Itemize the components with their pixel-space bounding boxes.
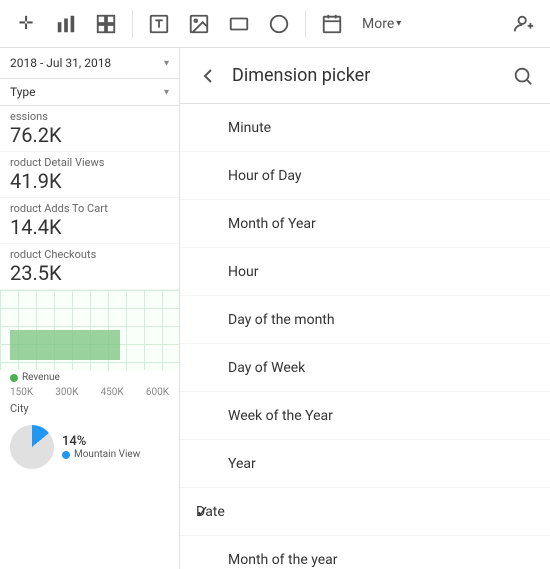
pie-area: 14% Mountain View (0, 417, 179, 477)
dimension-item-month-of-year[interactable]: Month of Year (180, 200, 550, 248)
calendar-icon[interactable] (314, 6, 350, 42)
legend-revenue-dot (10, 374, 18, 382)
dimension-item-month-of-the-year[interactable]: Month of the year (180, 536, 550, 569)
more-label: More (362, 16, 394, 32)
checkmark-icon: ✓ (196, 502, 209, 521)
date-range-selector[interactable]: 2018 - Jul 31, 2018 ▾ (0, 48, 179, 79)
legend-revenue-label: Revenue (22, 372, 60, 383)
metric-checkouts: roduct Checkouts 23.5K (0, 244, 179, 290)
dimension-item-minute[interactable]: Minute (180, 104, 550, 152)
grid-icon[interactable] (88, 6, 124, 42)
city-label: City (0, 400, 179, 417)
more-button[interactable]: More ▾ (354, 12, 409, 36)
chart-bar (10, 330, 120, 360)
add-user-button[interactable] (506, 6, 542, 42)
circle-icon[interactable] (261, 6, 297, 42)
dimension-item-day-of-month[interactable]: Day of the month (180, 296, 550, 344)
pie-legend-dot (62, 451, 70, 459)
x-axis-label-1: 150K (10, 387, 33, 398)
more-arrow-icon: ▾ (396, 18, 401, 29)
dimension-label: Minute (228, 120, 271, 136)
chart-legend: Revenue (0, 370, 179, 385)
dimension-label: Month of the year (228, 552, 338, 568)
main-content: 2018 - Jul 31, 2018 ▾ Type ▾ essions 76.… (0, 48, 550, 569)
metric-sessions-value: 76.2K (10, 123, 169, 147)
dimension-title: Dimension picker (232, 65, 500, 86)
dimension-label: Day of the month (228, 312, 335, 328)
x-axis: 150K 300K 450K 600K (0, 385, 179, 400)
type-selector[interactable]: Type ▾ (0, 79, 179, 106)
dimension-item-hour-of-day[interactable]: Hour of Day (180, 152, 550, 200)
metric-product-detail: roduct Detail Views 41.9K (0, 152, 179, 198)
metric-adds-to-cart-label: roduct Adds To Cart (10, 202, 169, 215)
metric-product-detail-label: roduct Detail Views (10, 156, 169, 169)
dimension-picker-panel: Dimension picker Minute Hour of Day Mont… (180, 48, 550, 569)
pie-chart (10, 425, 54, 469)
metric-checkouts-label: roduct Checkouts (10, 248, 169, 261)
x-axis-label-4: 600K (146, 387, 169, 398)
type-label: Type (10, 85, 36, 99)
pie-percent: 14% (62, 434, 140, 449)
dimension-item-date[interactable]: ✓ Date (180, 488, 550, 536)
pie-city-label: Mountain View (74, 449, 140, 460)
dimension-item-year[interactable]: Year (180, 440, 550, 488)
dimension-label: Year (228, 456, 256, 472)
left-panel: 2018 - Jul 31, 2018 ▾ Type ▾ essions 76.… (0, 48, 180, 569)
dimension-label: Hour of Day (228, 168, 302, 184)
date-range-arrow-icon: ▾ (164, 58, 169, 69)
dimension-item-hour[interactable]: Hour (180, 248, 550, 296)
metrics-area: essions 76.2K roduct Detail Views 41.9K … (0, 106, 179, 569)
pie-info: 14% Mountain View (62, 434, 140, 460)
metric-sessions-label: essions (10, 110, 169, 123)
back-button[interactable] (196, 64, 220, 88)
divider-1 (132, 10, 133, 38)
dimension-label: Month of Year (228, 216, 316, 232)
metric-sessions: essions 76.2K (0, 106, 179, 152)
crosshair-icon[interactable]: ✛ (8, 6, 44, 42)
dimension-item-week-of-year[interactable]: Week of the Year (180, 392, 550, 440)
image-icon[interactable] (181, 6, 217, 42)
dimension-label: Hour (228, 264, 258, 280)
search-button[interactable] (512, 65, 534, 87)
metric-adds-to-cart: roduct Adds To Cart 14.4K (0, 198, 179, 244)
toolbar: ✛ More ▾ (0, 0, 550, 48)
rectangle-icon[interactable] (221, 6, 257, 42)
metric-product-detail-value: 41.9K (10, 169, 169, 193)
dimension-list: Minute Hour of Day Month of Year Hour Da… (180, 104, 550, 569)
date-range-value: 2018 - Jul 31, 2018 (10, 56, 111, 70)
chart-area (0, 290, 179, 370)
text-icon[interactable] (141, 6, 177, 42)
metric-adds-to-cart-value: 14.4K (10, 215, 169, 239)
dimension-label: Day of Week (228, 360, 305, 376)
dimension-label: Week of the Year (228, 408, 333, 424)
divider-2 (305, 10, 306, 38)
metric-checkouts-value: 23.5K (10, 261, 169, 285)
bar-chart-icon[interactable] (48, 6, 84, 42)
x-axis-label-2: 300K (55, 387, 78, 398)
dimension-header: Dimension picker (180, 48, 550, 104)
type-arrow-icon: ▾ (164, 87, 169, 98)
dimension-item-day-of-week[interactable]: Day of Week (180, 344, 550, 392)
x-axis-label-3: 450K (101, 387, 124, 398)
